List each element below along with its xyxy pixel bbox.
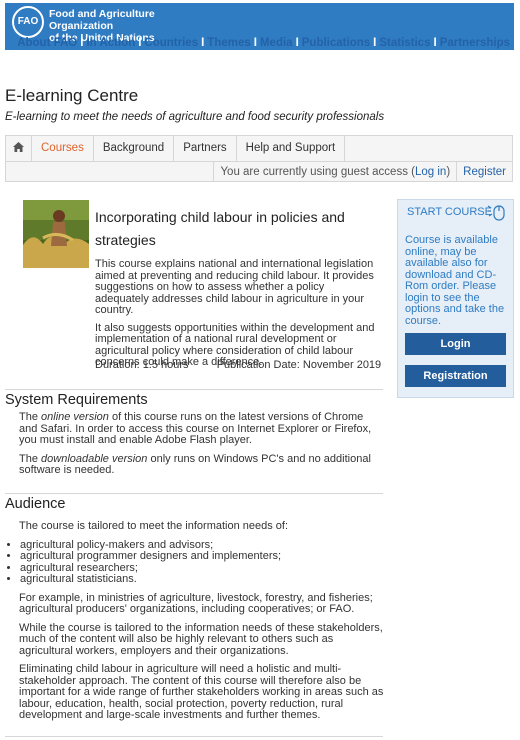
login-link[interactable]: Log in — [415, 166, 446, 178]
course-description-1: This course explains national and intern… — [95, 258, 374, 316]
guest-suffix: ) — [446, 166, 451, 178]
course-title: Incorporating child labour in policies a… — [95, 209, 345, 248]
home-tab[interactable] — [6, 136, 32, 161]
audience-intro: The course is tailored to meet the infor… — [19, 520, 289, 532]
nav-partnerships[interactable]: Partnerships — [440, 37, 510, 49]
audience-relevance: While the course is tailored to the info… — [19, 621, 383, 657]
course-description: This course explains national and intern… — [95, 258, 377, 375]
org-line-1: Food and Agriculture Organization — [49, 8, 155, 32]
audience-holistic: Eliminating child labour in agriculture … — [19, 663, 384, 721]
nav-publications[interactable]: Publications — [302, 37, 370, 49]
system-requirements-text: The online version of this course runs o… — [19, 411, 384, 484]
start-course-panel: START COURSE Course is available online,… — [397, 199, 514, 398]
section-divider — [5, 389, 383, 390]
list-item: agricultural statisticians. — [20, 573, 384, 586]
nav-themes[interactable]: Themes — [207, 37, 250, 49]
nav-about-fao[interactable]: About FAO — [17, 37, 77, 49]
nav-separator: I — [295, 37, 299, 49]
course-navbar: Courses Background Partners Help and Sup… — [5, 135, 513, 182]
nav-separator: I — [373, 37, 377, 49]
text-fragment: The — [19, 452, 42, 465]
nav-separator: I — [253, 37, 257, 49]
course-publication-date: Publication Date: November 2019 — [216, 359, 382, 371]
tab-background[interactable]: Background — [94, 136, 175, 161]
audience-list: agricultural policy-makers and advisors;… — [6, 539, 384, 586]
guest-prefix: You are currently using guest access ( — [220, 166, 415, 178]
system-requirements-heading: System Requirements — [5, 392, 148, 408]
downloadable-version-emphasis: downloadable version — [41, 452, 148, 465]
nav-separator: I — [80, 37, 84, 49]
registration-button[interactable]: Registration — [405, 365, 506, 387]
nav-separator: I — [138, 37, 142, 49]
navbar-tabs: Courses Background Partners Help and Sup… — [6, 136, 346, 161]
course-image — [23, 200, 89, 268]
section-divider — [5, 736, 383, 737]
nav-countries[interactable]: Countries — [144, 37, 198, 49]
section-divider — [5, 493, 383, 494]
register-link[interactable]: Register — [456, 162, 512, 182]
fao-header: FAO Food and Agriculture Organization of… — [5, 3, 514, 50]
list-item: agricultural programmer designers and im… — [20, 550, 384, 563]
audience-example: For example, in ministries of agricultur… — [19, 591, 373, 615]
nav-separator: I — [201, 37, 205, 49]
site-tagline: E-learning to meet the needs of agricult… — [5, 111, 385, 123]
audience-heading: Audience — [5, 496, 66, 512]
guest-access-bar: You are currently using guest access (Lo… — [213, 162, 512, 182]
course-duration: Duration: 1.5 hours — [95, 359, 189, 371]
home-icon — [13, 142, 24, 152]
tab-help-and-support[interactable]: Help and Support — [237, 136, 346, 161]
mouse-click-icon — [487, 205, 505, 221]
login-button[interactable]: Login — [405, 333, 506, 355]
guest-access-message: You are currently using guest access (Lo… — [213, 162, 456, 182]
downloadable-version-text: The downloadable version only runs on Wi… — [19, 452, 384, 477]
nav-separator: I — [433, 37, 437, 49]
start-course-info: Course is available online, may be avail… — [405, 234, 505, 327]
fao-logo[interactable]: FAO — [12, 6, 44, 38]
nav-statistics[interactable]: Statistics — [379, 37, 430, 49]
course-meta: Duration: 1.5 hours Publication Date: No… — [95, 359, 381, 371]
nav-media[interactable]: Media — [260, 37, 293, 49]
nav-in-action[interactable]: In Action — [86, 37, 135, 49]
online-version-text: The online version of this course runs o… — [19, 411, 384, 447]
start-course-title: START COURSE — [407, 206, 492, 218]
tab-courses[interactable]: Courses — [32, 136, 94, 161]
online-version-emphasis: online version — [41, 411, 109, 423]
audience-text: The course is tailored to meet the infor… — [19, 520, 384, 729]
text-fragment: The — [19, 411, 42, 423]
top-navigation: About FAO I In Action I Countries I Themes I Med… — [17, 37, 510, 49]
site-title: E-learning Centre — [5, 86, 139, 105]
tab-partners[interactable]: Partners — [174, 136, 237, 161]
